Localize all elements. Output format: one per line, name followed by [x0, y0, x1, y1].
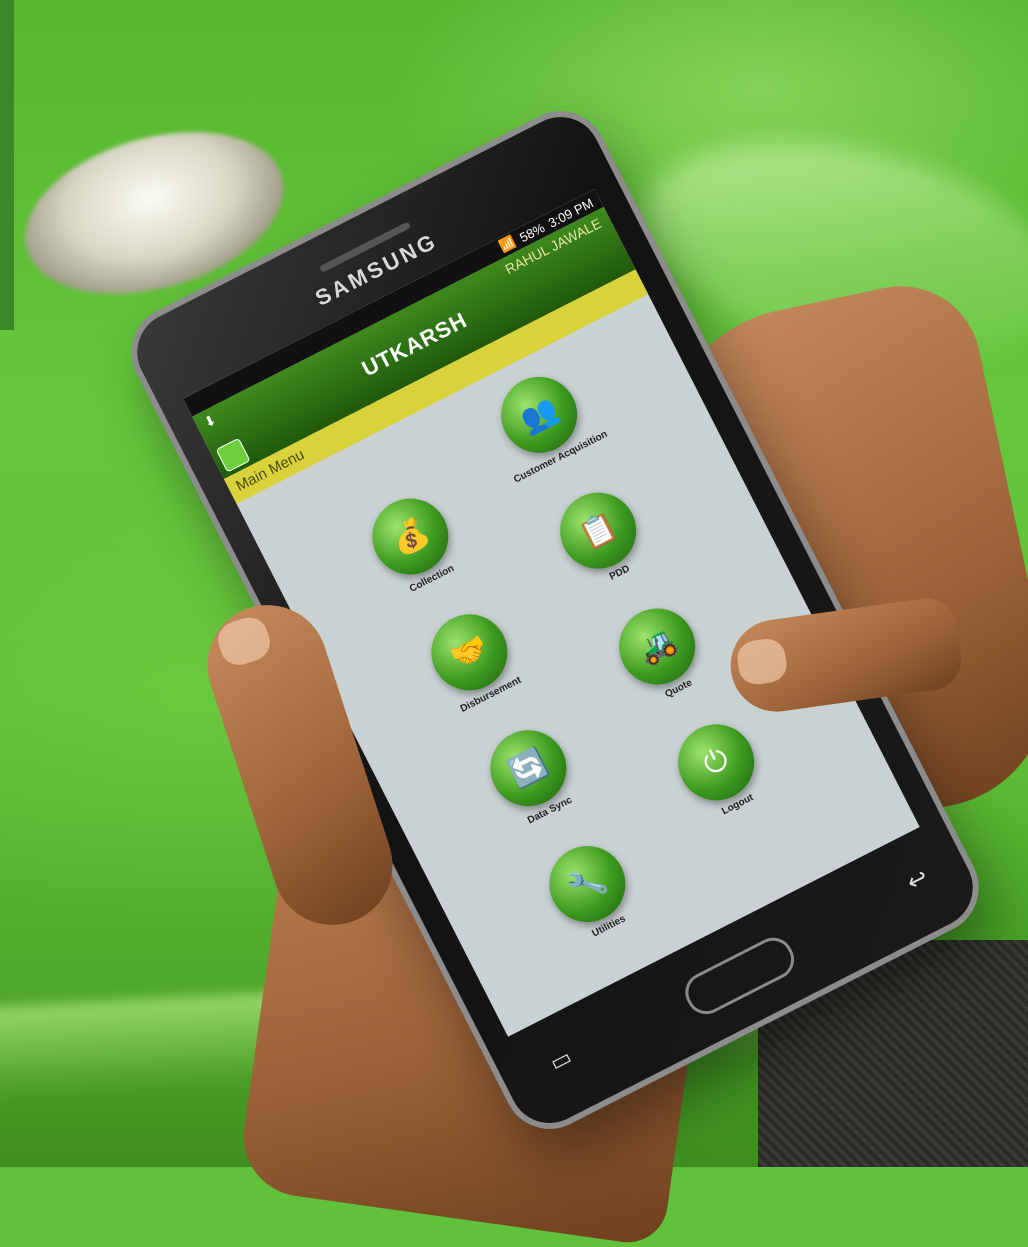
side-accent-bar: [0, 0, 14, 330]
menu-item-logout[interactable]: ⏻ Logout: [645, 701, 793, 837]
recent-apps-icon[interactable]: ▭: [546, 1044, 576, 1077]
download-icon[interactable]: ⬇: [201, 411, 219, 431]
menu-item-disbursement[interactable]: 🤝 Disbursement: [399, 591, 547, 727]
menu-item-utilities[interactable]: 🔧 Utilities: [517, 823, 665, 959]
menu-item-pdd[interactable]: 📋 PDD: [527, 470, 675, 606]
menu-item-customer-acquisition[interactable]: 👥 Customer Acquisition: [468, 354, 616, 490]
back-icon[interactable]: ↩: [902, 863, 933, 898]
thumbnail: [735, 636, 789, 687]
home-button[interactable]: [678, 930, 801, 1021]
menu-item-quote[interactable]: 🚜 Quote: [586, 585, 734, 721]
menu-item-data-sync[interactable]: 🔄 Data Sync: [458, 707, 606, 843]
menu-item-collection[interactable]: 💰 Collection: [340, 475, 488, 611]
